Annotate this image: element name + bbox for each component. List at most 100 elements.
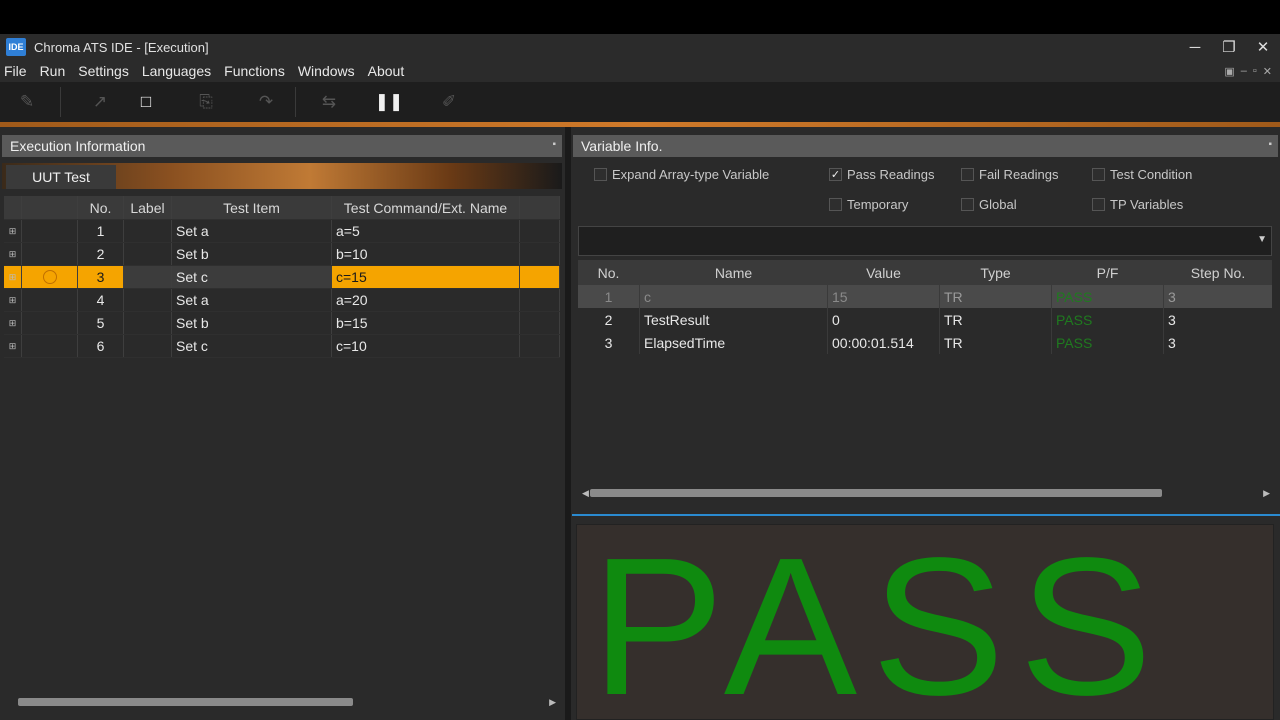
menu-windows[interactable]: Windows <box>293 63 360 79</box>
run-icon[interactable]: ↗ <box>85 87 115 117</box>
column-header-no[interactable]: No. <box>578 260 640 285</box>
expand-icon[interactable]: ⊞ <box>4 335 22 357</box>
table-row[interactable]: 2 TestResult 0 TR PASS 3 <box>578 308 1272 331</box>
row-label <box>124 312 172 334</box>
column-header-step-no[interactable]: Step No. <box>1164 260 1272 285</box>
checkbox-box[interactable] <box>1092 198 1105 211</box>
checkbox-label: Test Condition <box>1110 167 1193 182</box>
checkbox-box[interactable] <box>594 168 607 181</box>
expand-icon[interactable]: ⊞ <box>4 289 22 311</box>
column-header-no[interactable]: No. <box>78 196 124 219</box>
pin-icon[interactable]: ▪ <box>1268 139 1272 150</box>
column-header-pf[interactable]: P/F <box>1052 260 1164 285</box>
pause-icon[interactable]: ❚❚ <box>374 87 404 117</box>
tab-uut-test[interactable]: UUT Test <box>6 165 116 189</box>
table-row[interactable]: ⊞ 2 Set b b=10 <box>4 243 560 266</box>
var-number: 2 <box>578 308 640 331</box>
row-number: 5 <box>78 312 124 334</box>
result-text: PASS <box>591 524 1167 720</box>
menu-about[interactable]: About <box>363 63 410 79</box>
mdi-window-icon[interactable]: ▣ <box>1224 65 1234 78</box>
close-button[interactable]: ✕ <box>1246 34 1280 60</box>
status-indicator <box>22 220 78 242</box>
global-checkbox[interactable]: Global <box>961 197 1017 212</box>
var-name: ElapsedTime <box>640 331 828 354</box>
checkbox-box[interactable] <box>961 198 974 211</box>
row-number: 4 <box>78 289 124 311</box>
table-row[interactable]: 3 ElapsedTime 00:00:01.514 TR PASS 3 <box>578 331 1272 354</box>
table-row[interactable]: ⊞ 3 Set c c=15 <box>4 266 560 289</box>
loop-icon[interactable]: ⇆ <box>314 87 344 117</box>
scroll-right-icon[interactable]: ▶ <box>1263 487 1270 499</box>
scroll-right-icon[interactable]: ▶ <box>549 696 556 708</box>
column-header-type[interactable]: Type <box>940 260 1052 285</box>
column-header-value[interactable]: Value <box>828 260 940 285</box>
table-row[interactable]: ⊞ 6 Set c c=10 <box>4 335 560 358</box>
table-row[interactable]: ⊞ 4 Set a a=20 <box>4 289 560 312</box>
check-icon[interactable]: ✓ <box>829 168 842 181</box>
checkbox-box[interactable] <box>961 168 974 181</box>
expand-icon[interactable]: ⊞ <box>4 243 22 265</box>
menu-languages[interactable]: Languages <box>137 63 216 79</box>
checkbox-label: Expand Array-type Variable <box>612 167 770 182</box>
mdi-restore-icon[interactable]: ▫ <box>1253 65 1257 77</box>
table-row[interactable]: ⊞ 5 Set b b=15 <box>4 312 560 335</box>
column-header-label[interactable]: Label <box>124 196 172 219</box>
tab-strip: UUT Test <box>2 163 562 189</box>
scroll-left-icon[interactable]: ◀ <box>582 487 589 499</box>
mdi-close-icon[interactable]: ✕ <box>1263 65 1272 78</box>
scrollbar-thumb[interactable] <box>590 489 1162 497</box>
table-header: No. Name Value Type P/F Step No. <box>578 260 1272 285</box>
execution-horizontal-scrollbar[interactable]: ▶ <box>8 696 558 708</box>
fail-readings-checkbox[interactable]: Fail Readings <box>961 167 1059 182</box>
menu-settings[interactable]: Settings <box>73 63 134 79</box>
var-name: TestResult <box>640 308 828 331</box>
tp-variables-checkbox[interactable]: TP Variables <box>1092 197 1183 212</box>
edit-script-icon[interactable]: ✎ <box>12 87 42 117</box>
var-pass-fail: PASS <box>1052 308 1164 331</box>
pin-icon[interactable]: ▪ <box>552 139 556 150</box>
expand-icon[interactable]: ⊞ <box>4 312 22 334</box>
row-label <box>124 289 172 311</box>
chevron-down-icon[interactable]: ▼ <box>1257 234 1267 245</box>
checkbox-label: Temporary <box>847 197 909 212</box>
scrollbar-thumb[interactable] <box>18 698 353 706</box>
maximize-button[interactable]: ❐ <box>1212 34 1246 60</box>
checkbox-box[interactable] <box>829 198 842 211</box>
variable-horizontal-scrollbar[interactable]: ◀ ▶ <box>580 487 1272 499</box>
menu-functions[interactable]: Functions <box>219 63 290 79</box>
pass-readings-checkbox[interactable]: ✓ Pass Readings <box>829 167 934 182</box>
column-header-test-item[interactable]: Test Item <box>172 196 332 219</box>
step-icon[interactable]: ⎘ <box>191 87 221 117</box>
row-test-command: b=10 <box>332 243 520 265</box>
variable-filter-dropdown[interactable]: ▼ <box>578 226 1272 256</box>
var-number: 1 <box>578 285 640 308</box>
expand-array-checkbox[interactable]: Expand Array-type Variable <box>594 167 769 182</box>
expand-icon[interactable]: ⊞ <box>4 266 22 288</box>
stop-icon[interactable]: □ <box>131 87 161 117</box>
checkbox-box[interactable] <box>1092 168 1105 181</box>
row-test-item: Set a <box>172 289 332 311</box>
redo-icon[interactable]: ↷ <box>251 87 281 117</box>
menu-run[interactable]: Run <box>35 63 71 79</box>
column-header-test-command[interactable]: Test Command/Ext. Name <box>332 196 520 219</box>
test-condition-checkbox[interactable]: Test Condition <box>1092 167 1192 182</box>
table-row[interactable]: ⊞ 1 Set a a=5 <box>4 220 560 243</box>
status-column-header <box>22 196 78 219</box>
mdi-minimize-icon[interactable]: – <box>1241 65 1247 77</box>
menu-file[interactable]: File <box>0 63 32 79</box>
minimize-button[interactable]: ─ <box>1178 34 1212 60</box>
status-indicator <box>22 266 78 288</box>
expand-icon[interactable]: ⊞ <box>4 220 22 242</box>
column-header-name[interactable]: Name <box>640 260 828 285</box>
column-header-extra[interactable] <box>520 196 560 219</box>
test-item-table: No. Label Test Item Test Command/Ext. Na… <box>4 196 560 358</box>
table-row[interactable]: 1 c 15 TR PASS 3 <box>578 285 1272 308</box>
checkbox-label: Pass Readings <box>847 167 935 182</box>
breakpoint-icon[interactable]: ✐ <box>434 87 464 117</box>
temporary-checkbox[interactable]: Temporary <box>829 197 908 212</box>
row-label <box>124 335 172 357</box>
row-number: 1 <box>78 220 124 242</box>
checkbox-label: Fail Readings <box>979 167 1059 182</box>
row-test-command: b=15 <box>332 312 520 334</box>
